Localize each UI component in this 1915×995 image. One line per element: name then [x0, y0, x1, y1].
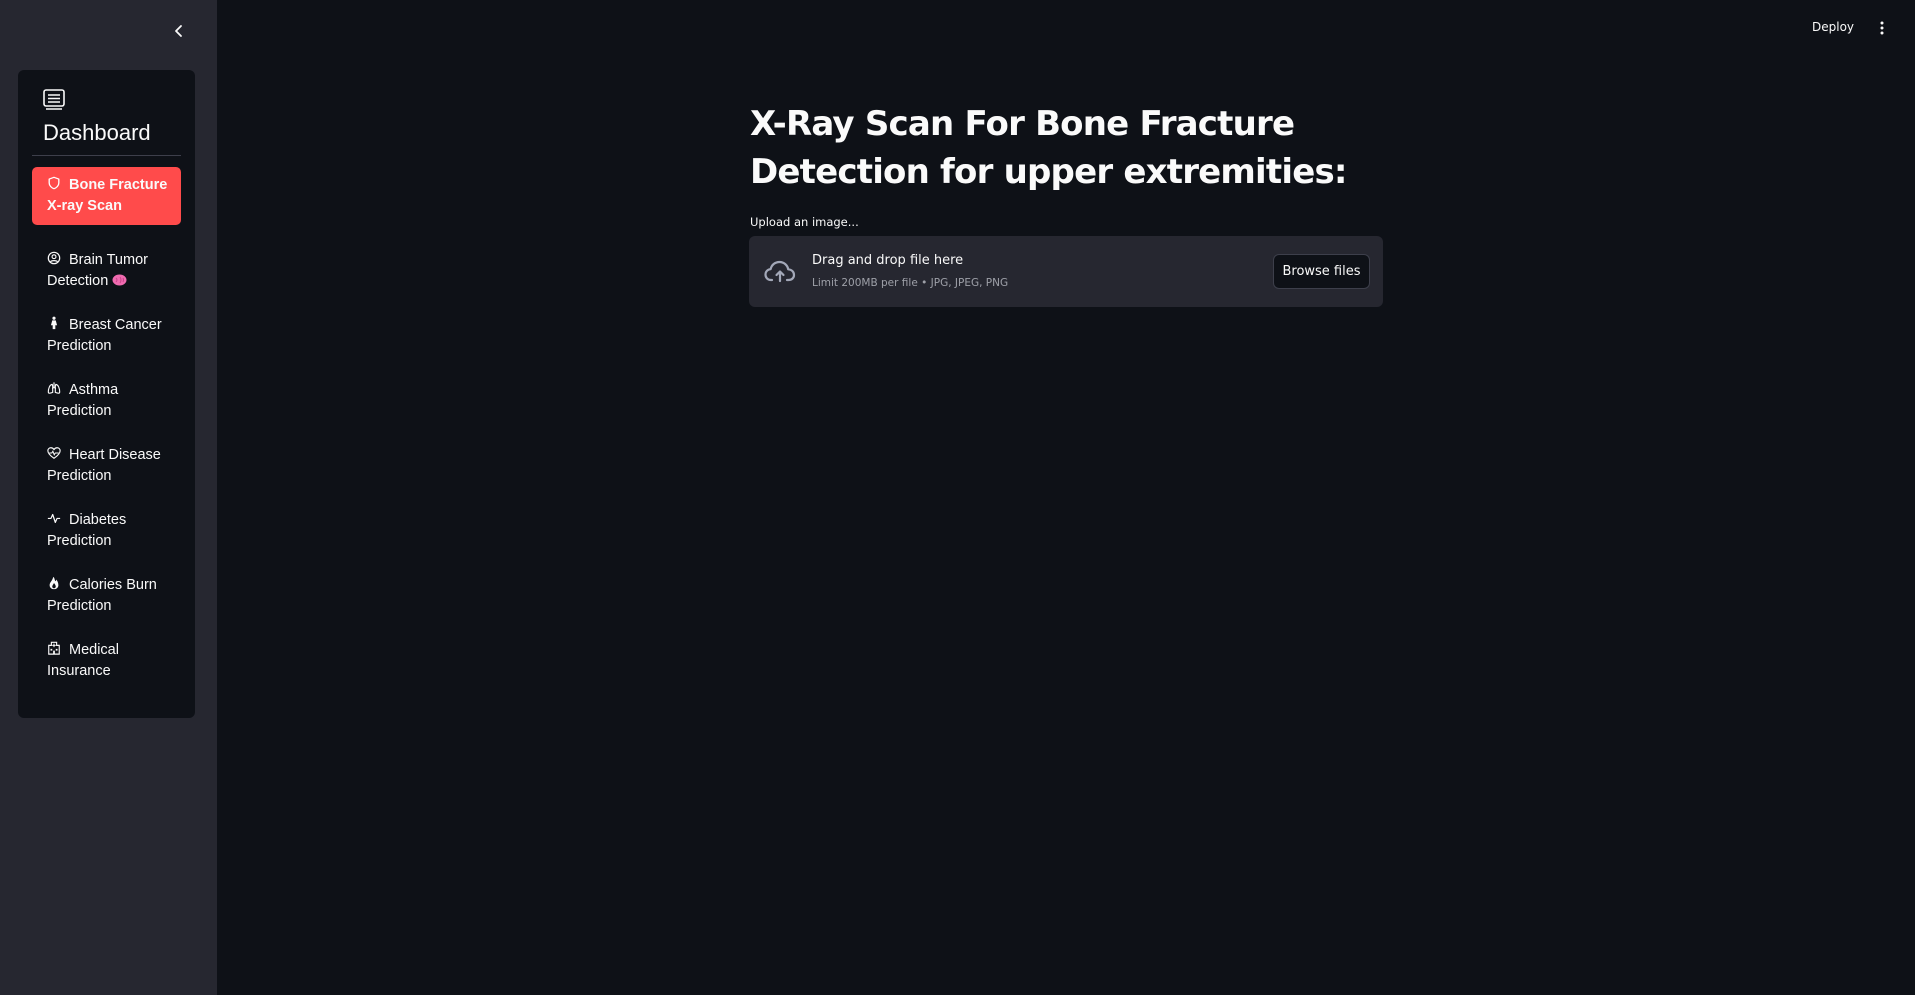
deploy-button[interactable]: Deploy	[1812, 20, 1854, 34]
sidebar-collapse-button[interactable]	[168, 20, 190, 42]
file-dropzone[interactable]: Drag and drop file here Limit 200MB per …	[749, 236, 1383, 307]
navigation-menu: Dashboard Bone Fracture X-ray Scan Brain…	[18, 70, 195, 718]
menu-item-label: Heart Disease Prediction	[47, 447, 161, 484]
file-uploader-label: Upload an image...	[750, 215, 859, 229]
main-menu-button[interactable]	[1872, 18, 1892, 38]
browse-files-button[interactable]: Browse files	[1273, 254, 1370, 289]
brain-emoji-icon	[112, 272, 127, 286]
menu-item-bone-fracture[interactable]: Bone Fracture X-ray Scan	[32, 167, 181, 225]
shield-icon	[47, 176, 61, 190]
three-dots-vertical-icon	[1880, 21, 1884, 35]
page-title-line-1: X-Ray Scan For Bone Fracture	[750, 104, 1295, 144]
person-circle-icon	[47, 251, 61, 265]
menu-item-label: Calories Burn Prediction	[47, 577, 157, 614]
menu-divider	[32, 155, 181, 156]
activity-icon	[47, 511, 61, 525]
list-card-icon	[42, 87, 66, 111]
dropzone-file-limits: Limit 200MB per file • JPG, JPEG, PNG	[812, 277, 1009, 289]
fire-icon	[47, 576, 61, 590]
menu-item-calories-burn[interactable]: Calories Burn Prediction	[32, 567, 181, 625]
page-title-line-2: Detection for upper extremities:	[750, 152, 1348, 192]
menu-item-label: Bone Fracture X-ray Scan	[47, 177, 168, 214]
hospital-icon	[47, 641, 61, 655]
menu-item-diabetes[interactable]: Diabetes Prediction	[32, 502, 181, 560]
menu-item-heart-disease[interactable]: Heart Disease Prediction	[32, 437, 181, 495]
chevron-left-icon	[175, 25, 182, 37]
menu-title: Dashboard	[43, 120, 151, 145]
menu-item-label: Brain Tumor Detection	[47, 252, 148, 289]
person-standing-dress-icon	[47, 316, 61, 330]
heart-pulse-icon	[47, 446, 61, 460]
menu-item-breast-cancer[interactable]: Breast Cancer Prediction	[32, 307, 181, 365]
page-title: X-Ray Scan For Bone Fracture Detection f…	[750, 100, 1390, 196]
menu-item-label: Breast Cancer Prediction	[47, 317, 162, 354]
menu-items: Bone Fracture X-ray Scan Brain Tumor Det…	[32, 167, 181, 697]
lungs-icon	[47, 381, 61, 395]
dropzone-instructions: Drag and drop file here	[812, 253, 964, 268]
menu-item-brain-tumor[interactable]: Brain Tumor Detection	[32, 242, 181, 300]
menu-item-asthma[interactable]: Asthma Prediction	[32, 372, 181, 430]
menu-item-medical-insurance[interactable]: Medical Insurance	[32, 632, 181, 690]
sidebar: Dashboard Bone Fracture X-ray Scan Brain…	[0, 0, 217, 995]
cloud-upload-icon	[763, 255, 797, 289]
